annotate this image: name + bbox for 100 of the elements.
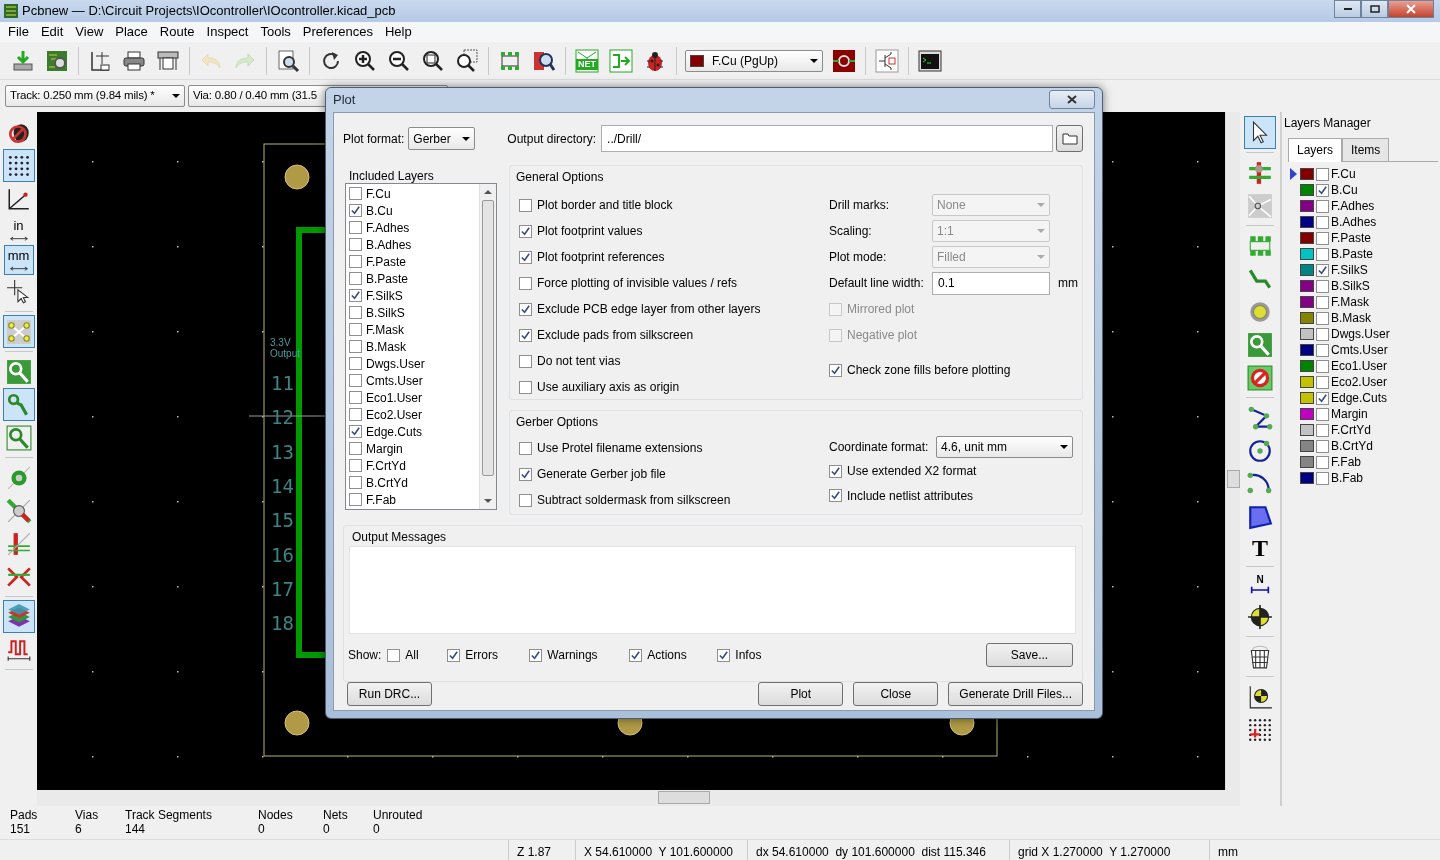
layer-color-swatch[interactable]: [1300, 232, 1314, 244]
checkbox-label[interactable]: Do not tent vias: [537, 352, 621, 370]
schematic-icon[interactable]: [875, 48, 899, 73]
layer-name[interactable]: F.Paste: [366, 252, 407, 271]
circuit-board-gear-icon[interactable]: [45, 48, 69, 73]
printer-icon[interactable]: [122, 48, 146, 73]
checkbox[interactable]: [1316, 295, 1329, 309]
layer-name[interactable]: B.Cu: [366, 201, 393, 220]
polygon-icon[interactable]: [1247, 503, 1273, 530]
checkbox[interactable]: [519, 467, 532, 481]
ratsnest-star-icon[interactable]: [1247, 192, 1273, 219]
checkbox-label[interactable]: Infos: [735, 646, 762, 664]
checkbox[interactable]: [349, 289, 362, 302]
checkbox[interactable]: [1316, 311, 1329, 325]
checkbox-label[interactable]: Subtract soldermask from silkscreen: [537, 491, 731, 509]
layer-name[interactable]: Margin: [1331, 405, 1368, 423]
layer-color-swatch[interactable]: [1300, 472, 1314, 484]
dialog-button[interactable]: Run DRC...: [347, 682, 432, 706]
scrollbar-thumb[interactable]: [482, 200, 494, 476]
checkbox[interactable]: [349, 255, 362, 268]
checkbox[interactable]: [1316, 263, 1329, 277]
net-highlight-icon[interactable]: [5, 497, 32, 524]
layer-name[interactable]: B.Paste: [366, 269, 409, 288]
save-button[interactable]: Save...: [986, 643, 1073, 667]
checkbox[interactable]: [519, 441, 532, 455]
checkbox[interactable]: [1316, 343, 1329, 357]
checkbox[interactable]: [1316, 279, 1329, 293]
checkbox[interactable]: [447, 648, 461, 662]
terminal-icon[interactable]: [918, 48, 942, 73]
layer-name[interactable]: F.CrtYd: [1331, 421, 1371, 439]
layer-name[interactable]: F.Adhes: [1331, 197, 1375, 215]
layer-name[interactable]: F.Paste: [1331, 229, 1372, 247]
layer-name[interactable]: F.CrtYd: [366, 456, 406, 475]
board-update-icon[interactable]: [609, 48, 633, 73]
checkbox-label[interactable]: Check zone fills before plotting: [847, 361, 1011, 379]
layer-name[interactable]: F.Fab: [1331, 453, 1361, 471]
checkbox[interactable]: [1316, 423, 1329, 437]
filled-pad-icon[interactable]: [1247, 331, 1273, 358]
via-ring-icon[interactable]: [5, 464, 32, 491]
checkbox[interactable]: [349, 493, 362, 506]
layer-name[interactable]: B.CrtYd: [1331, 437, 1373, 455]
layer-name[interactable]: Cmts.User: [366, 371, 423, 390]
layer-color-swatch[interactable]: [1300, 184, 1314, 196]
checkbox[interactable]: [1316, 407, 1329, 421]
checkbox[interactable]: [519, 224, 532, 238]
checkbox[interactable]: [349, 459, 362, 472]
checkbox-label[interactable]: Exclude PCB edge layer from other layers: [537, 300, 761, 318]
layer-color-swatch[interactable]: [1300, 168, 1314, 180]
checkbox[interactable]: [529, 648, 543, 662]
dropdown[interactable]: 4.6, unit mm: [936, 436, 1073, 459]
input-field[interactable]: ../Drill/: [601, 125, 1053, 152]
layer-color-swatch[interactable]: [1300, 312, 1314, 324]
layer-name[interactable]: Margin: [366, 439, 403, 458]
zoom-area-icon[interactable]: [455, 48, 479, 73]
checkbox[interactable]: [519, 328, 532, 342]
checkbox-label[interactable]: Plot footprint references: [537, 248, 665, 266]
origin-axes-icon[interactable]: [1247, 683, 1273, 710]
checkbox[interactable]: [1316, 375, 1329, 389]
checkbox[interactable]: [519, 380, 532, 394]
close-button[interactable]: [1049, 89, 1095, 109]
layer-name[interactable]: B.SilkS: [1331, 277, 1370, 295]
checkbox[interactable]: [1316, 471, 1329, 485]
layer-name[interactable]: Dwgs.User: [366, 354, 425, 373]
checkbox-label[interactable]: Plot border and title block: [537, 196, 673, 214]
download-arrow-icon[interactable]: [11, 48, 35, 73]
checkbox[interactable]: [829, 465, 842, 478]
checkbox[interactable]: [349, 272, 362, 285]
scrollbar-thumb[interactable]: [1227, 470, 1240, 488]
checkbox[interactable]: [1316, 439, 1329, 453]
checkbox[interactable]: [1316, 327, 1329, 341]
plotter-icon[interactable]: [156, 48, 180, 73]
dimension-button[interactable]: N: [1245, 570, 1275, 600]
close-button[interactable]: [1388, 0, 1434, 18]
scroll-up-icon[interactable]: [484, 189, 492, 195]
outline-pad-icon[interactable]: [5, 424, 32, 451]
layer-color-swatch[interactable]: [1300, 280, 1314, 292]
checkbox[interactable]: [1316, 455, 1329, 469]
menu-item[interactable]: Tools: [254, 22, 297, 42]
checkbox[interactable]: [349, 187, 362, 200]
grid-origin-icon[interactable]: [1247, 716, 1273, 743]
layer-name[interactable]: F.Mask: [366, 320, 404, 339]
dropdown[interactable]: Track: 0.250 mm (9.84 mils) *: [5, 85, 185, 107]
checkbox-label[interactable]: All: [405, 646, 419, 664]
layer-name[interactable]: B.Mask: [1331, 309, 1371, 327]
layer-color-swatch[interactable]: [1300, 344, 1314, 356]
checkbox[interactable]: [349, 442, 362, 455]
layer-name[interactable]: B.Adhes: [366, 235, 412, 254]
layer-name[interactable]: F.Cu: [1331, 165, 1356, 183]
checkbox[interactable]: [349, 306, 362, 319]
layer-name[interactable]: Eco1.User: [1331, 357, 1388, 375]
checkbox[interactable]: [1316, 231, 1329, 245]
zoom-in-icon[interactable]: [353, 48, 377, 73]
checkbox[interactable]: [1316, 247, 1329, 261]
checkbox-label[interactable]: Errors: [465, 646, 499, 664]
checkbox[interactable]: [349, 476, 362, 489]
polyline-icon[interactable]: [1247, 404, 1273, 431]
menu-item[interactable]: Edit: [34, 22, 70, 42]
units-button[interactable]: mm: [3, 245, 34, 275]
layer-name[interactable]: F.SilkS: [366, 286, 403, 305]
layer-name[interactable]: B.Paste: [1331, 245, 1374, 263]
